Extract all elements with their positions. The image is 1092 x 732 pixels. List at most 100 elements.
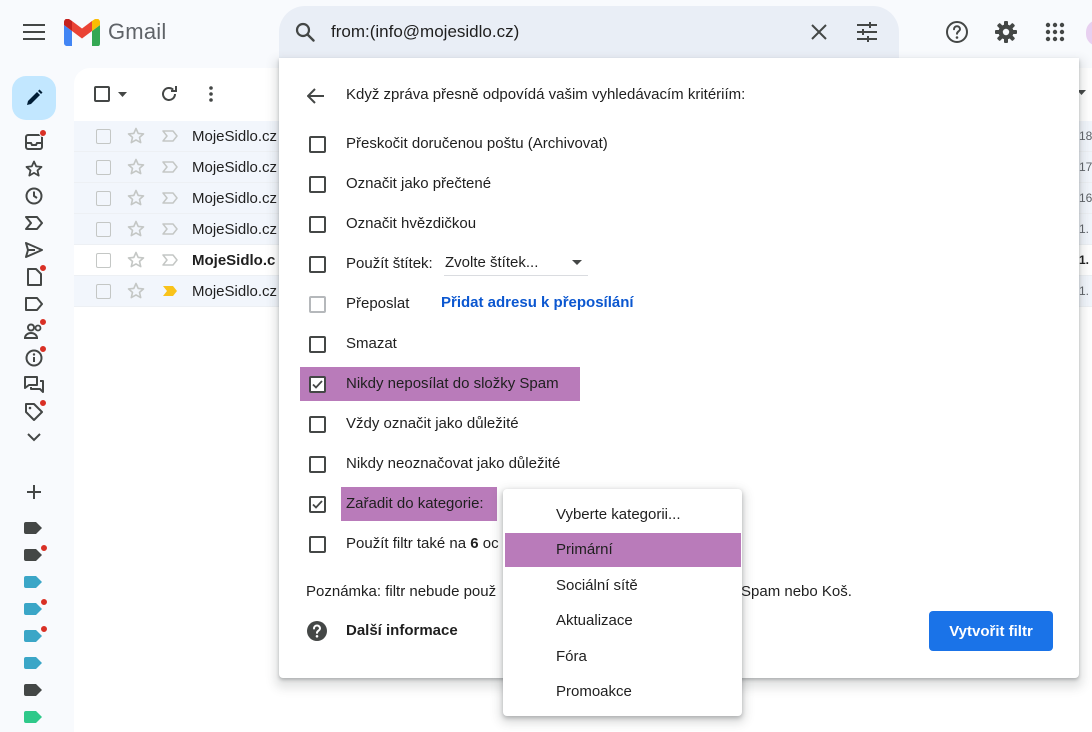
- nav-more[interactable]: [22, 425, 46, 449]
- settings-button[interactable]: [986, 12, 1026, 52]
- mail-date: 1.: [1079, 284, 1090, 298]
- select-all-checkbox[interactable]: [94, 86, 110, 102]
- filter-option-checkbox: [309, 296, 326, 313]
- filter-option-checkbox[interactable]: [309, 376, 326, 393]
- search-options-button[interactable]: [845, 10, 889, 54]
- filter-note: Poznámka: filtr nebude použ: [306, 583, 497, 600]
- clear-search-button[interactable]: [797, 10, 841, 54]
- nav-category[interactable]: [22, 292, 46, 316]
- close-icon: [811, 24, 827, 40]
- google-apps-button[interactable]: [1035, 12, 1075, 52]
- nav-label-3[interactable]: [24, 576, 42, 588]
- nav-forums[interactable]: [22, 373, 46, 397]
- mail-date: 17: [1079, 160, 1092, 174]
- category-option[interactable]: Aktualizace: [503, 604, 742, 638]
- notification-dot: [39, 399, 47, 407]
- search-input[interactable]: [331, 12, 797, 52]
- label-tag-icon: [24, 684, 42, 696]
- row-checkbox[interactable]: [96, 190, 111, 206]
- nav-snoozed[interactable]: [22, 184, 46, 208]
- filter-option-label: Nikdy neoznačovat jako důležité: [346, 455, 561, 472]
- create-filter-button[interactable]: Vytvořit filtr: [929, 611, 1053, 651]
- row-checkbox[interactable]: [96, 283, 111, 299]
- category-option[interactable]: Fóra: [503, 639, 742, 673]
- filter-option-checkbox[interactable]: [309, 456, 326, 473]
- nav-label-8[interactable]: [24, 711, 42, 723]
- category-option[interactable]: Primární: [505, 532, 741, 567]
- gmail-logo[interactable]: Gmail: [64, 14, 166, 50]
- support-button[interactable]: [937, 12, 977, 52]
- importance-marker-icon[interactable]: [162, 223, 178, 235]
- nav-label-6[interactable]: [24, 657, 42, 669]
- importance-marker-icon[interactable]: [162, 192, 178, 204]
- nav-drafts[interactable]: [22, 264, 47, 289]
- star-icon[interactable]: [127, 158, 145, 176]
- refresh-icon: [160, 85, 178, 103]
- notification-dot: [40, 598, 48, 606]
- star-icon: [25, 160, 43, 178]
- search-button[interactable]: [279, 6, 331, 58]
- nav-label-4[interactable]: [24, 598, 48, 615]
- filter-option-checkbox[interactable]: [309, 416, 326, 433]
- nav-important[interactable]: [22, 211, 46, 235]
- nav-label-7[interactable]: [24, 684, 42, 696]
- filter-option-label: Označit jako přečtené: [346, 175, 492, 192]
- learn-more-link[interactable]: Další informace: [346, 622, 458, 639]
- star-icon[interactable]: [127, 251, 145, 269]
- nav-label-1[interactable]: [24, 522, 42, 534]
- mail-date: 16: [1079, 191, 1092, 205]
- filter-option-checkbox[interactable]: [309, 216, 326, 233]
- back-button[interactable]: [304, 84, 328, 108]
- filter-option-label: Přeposlat: [346, 295, 410, 312]
- star-icon[interactable]: [127, 282, 145, 300]
- more-actions-button[interactable]: [208, 82, 214, 106]
- star-icon[interactable]: [127, 189, 145, 207]
- filter-option-checkbox[interactable]: [309, 536, 326, 553]
- filter-option-label: Označit hvězdičkou: [346, 215, 477, 232]
- importance-marker-icon[interactable]: [162, 285, 178, 297]
- star-icon[interactable]: [127, 220, 145, 238]
- filter-option-checkbox[interactable]: [309, 336, 326, 353]
- nav-sent[interactable]: [22, 238, 46, 262]
- mail-sender: MojeSidlo.c: [192, 251, 276, 269]
- star-icon[interactable]: [127, 127, 145, 145]
- label-select[interactable]: Zvolte štítek...: [444, 250, 588, 276]
- nav-social[interactable]: [22, 318, 47, 343]
- tune-icon: [856, 22, 878, 42]
- row-checkbox[interactable]: [96, 252, 111, 268]
- search-bar[interactable]: [279, 6, 899, 58]
- nav-promotions[interactable]: [22, 399, 47, 424]
- nav-inbox[interactable]: [22, 129, 47, 154]
- nav-label-5[interactable]: [24, 625, 48, 642]
- compose-button[interactable]: [12, 76, 56, 120]
- filter-option-checkbox[interactable]: [309, 176, 326, 193]
- refresh-button[interactable]: [160, 82, 178, 106]
- nav-starred[interactable]: [22, 157, 46, 181]
- label-tag-icon: [24, 711, 42, 723]
- nav-label-2[interactable]: [24, 544, 48, 561]
- account-avatar[interactable]: [1086, 20, 1092, 46]
- nav-updates[interactable]: [22, 345, 47, 370]
- row-checkbox[interactable]: [96, 159, 111, 175]
- main-menu-button[interactable]: [14, 12, 54, 52]
- filter-option-checkbox[interactable]: [309, 496, 326, 513]
- row-checkbox[interactable]: [96, 128, 111, 144]
- create-label-button[interactable]: [22, 480, 46, 504]
- filter-option-checkbox[interactable]: [309, 136, 326, 153]
- category-option[interactable]: Promoakce: [503, 675, 742, 709]
- mail-sender: MojeSidlo.cz: [192, 189, 278, 207]
- select-all-dropdown[interactable]: [94, 82, 127, 106]
- category-option[interactable]: Vyberte kategorii...: [503, 497, 742, 531]
- add-forwarding-address-link[interactable]: Přidat adresu k přeposílání: [441, 294, 634, 311]
- importance-marker-icon[interactable]: [162, 161, 178, 173]
- category-option[interactable]: Sociální sítě: [503, 568, 742, 602]
- send-icon: [25, 242, 43, 258]
- filter-option-checkbox[interactable]: [309, 256, 326, 273]
- importance-marker-icon[interactable]: [162, 130, 178, 142]
- matching-count: 6: [470, 535, 479, 552]
- mail-date: 1.: [1079, 253, 1090, 267]
- importance-marker-icon[interactable]: [162, 254, 178, 266]
- row-checkbox[interactable]: [96, 221, 111, 237]
- notification-dot: [40, 544, 48, 552]
- mail-date: 1.: [1079, 222, 1090, 236]
